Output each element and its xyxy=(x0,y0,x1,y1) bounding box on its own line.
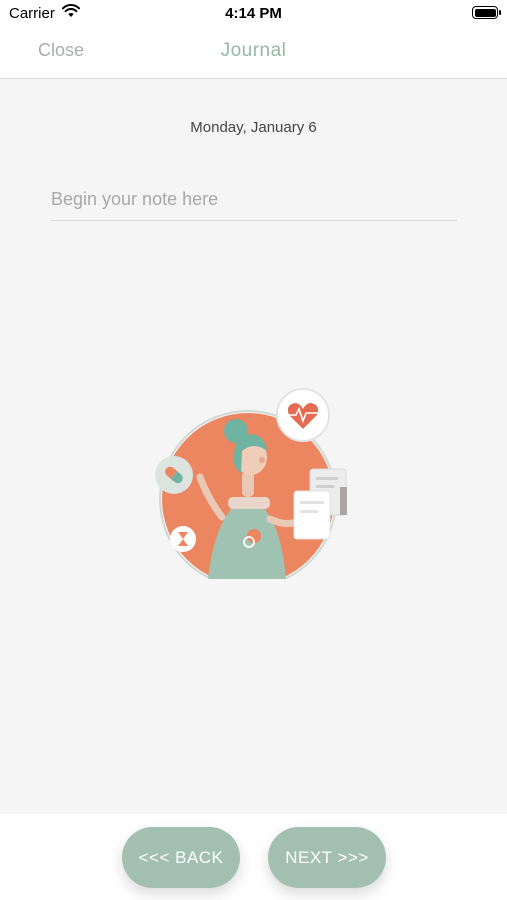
clock: 4:14 PM xyxy=(225,5,282,22)
battery-icon xyxy=(472,6,501,19)
status-bar: Carrier 4:14 PM xyxy=(0,0,507,28)
note-input[interactable] xyxy=(51,179,457,221)
entry-date: Monday, January 6 xyxy=(190,119,317,136)
bottom-bar: <<< BACK NEXT >>> xyxy=(0,814,507,900)
back-button[interactable]: <<< BACK xyxy=(122,827,240,888)
page-title: Journal xyxy=(220,40,287,61)
journal-content: Monday, January 6 xyxy=(0,79,507,814)
next-button[interactable]: NEXT >>> xyxy=(268,827,386,888)
nurse-illustration xyxy=(155,388,347,579)
navigation-bar: Close Journal xyxy=(0,28,507,79)
